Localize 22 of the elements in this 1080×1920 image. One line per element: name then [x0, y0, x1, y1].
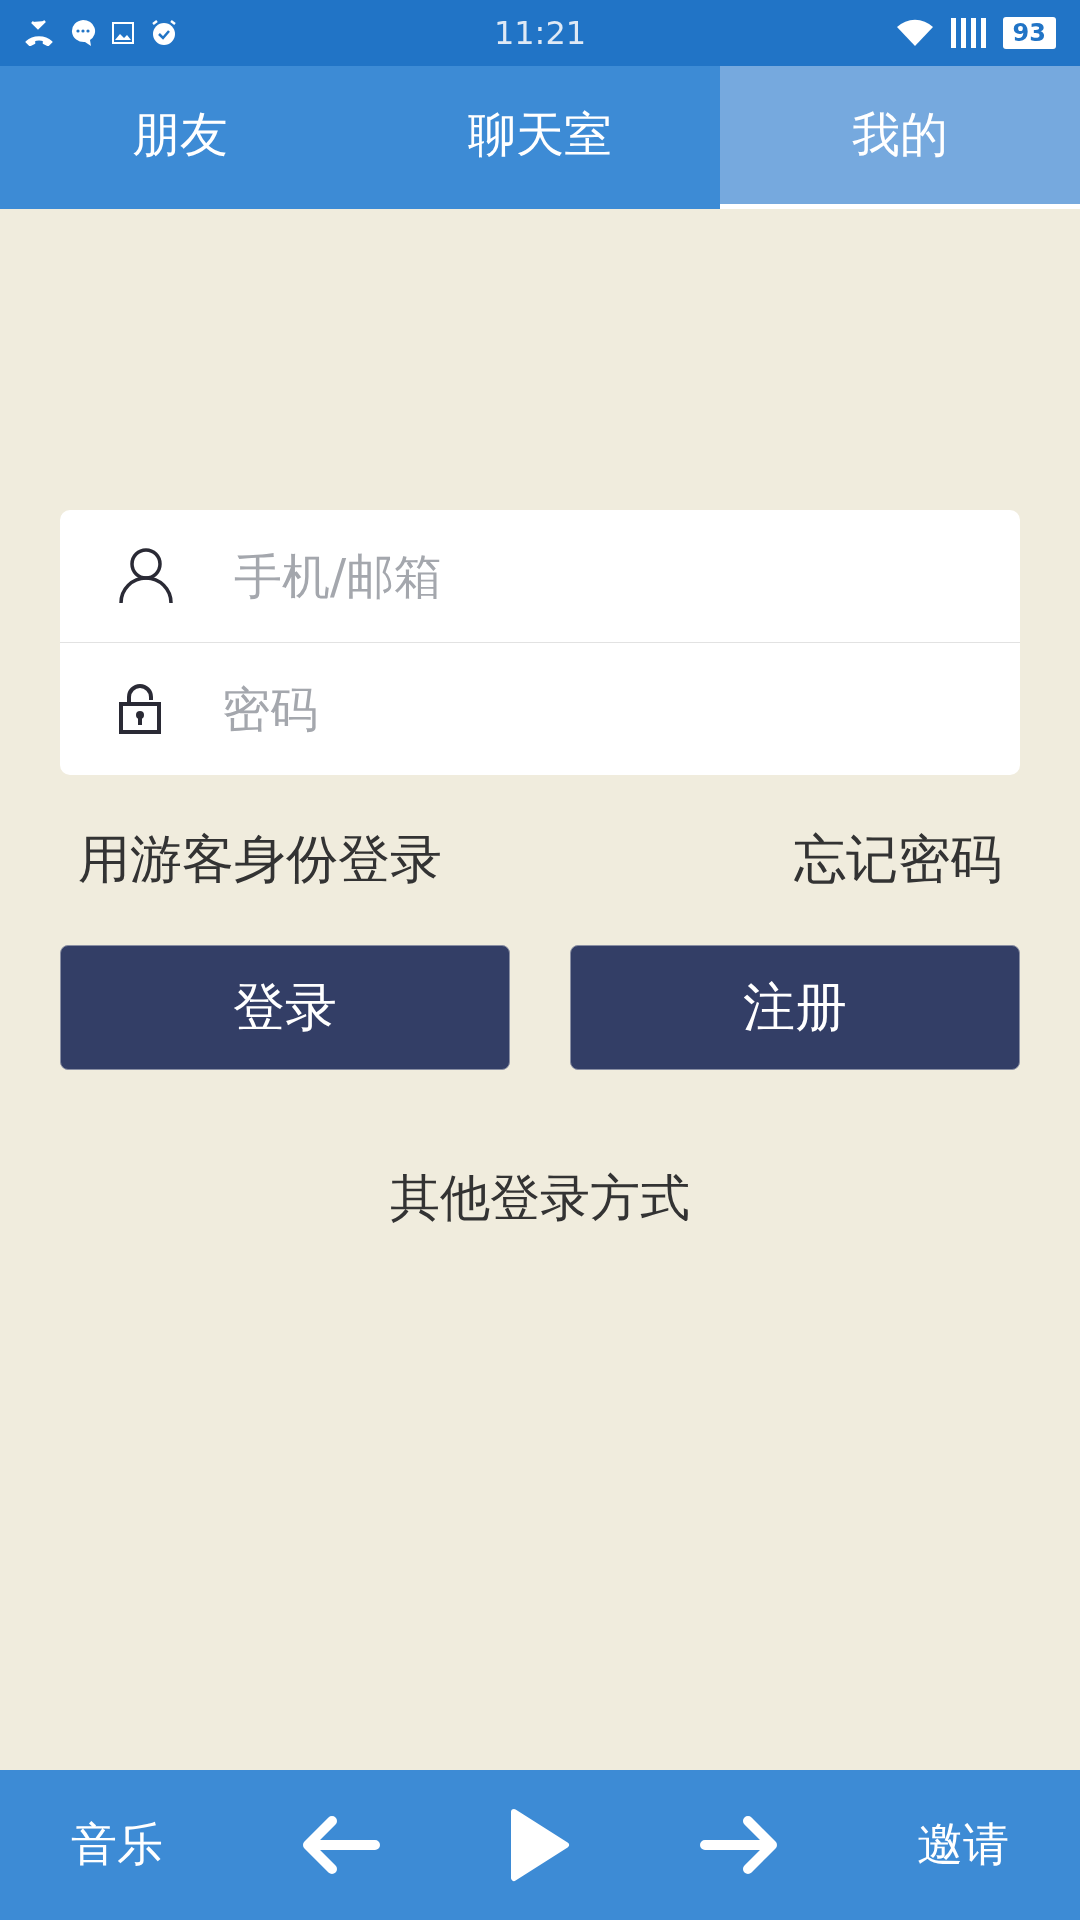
tab[interactable]: 朋友 [0, 66, 360, 209]
input-field[interactable]: 手机/邮箱 [232, 547, 1020, 605]
forgot-password-link[interactable]: 忘记密码 [794, 825, 1002, 895]
register-button[interactable]: 注册 [570, 945, 1020, 1070]
signal-icon [950, 18, 987, 48]
image-icon [112, 22, 134, 44]
message-icon [70, 19, 96, 47]
tab[interactable]: 聊天室 [360, 66, 720, 209]
wifi-icon [894, 18, 935, 48]
invite-button[interactable]: 邀请 [910, 1813, 1015, 1877]
lock-icon [118, 684, 162, 734]
user-icon [118, 547, 174, 605]
alarm-icon [150, 19, 178, 47]
login-button[interactable]: 登录 [60, 945, 510, 1070]
clock-time: 11:21 [493, 14, 587, 52]
battery-level: 93 [1002, 17, 1056, 49]
missed-call-icon [24, 20, 54, 46]
other-login-link[interactable]: 其他登录方式 [390, 1165, 690, 1232]
music-button[interactable]: 音乐 [65, 1813, 170, 1877]
guest-login-link[interactable]: 用游客身份登录 [78, 825, 442, 895]
play-icon[interactable] [509, 1808, 570, 1882]
input-field[interactable]: 密码 [220, 680, 1020, 738]
